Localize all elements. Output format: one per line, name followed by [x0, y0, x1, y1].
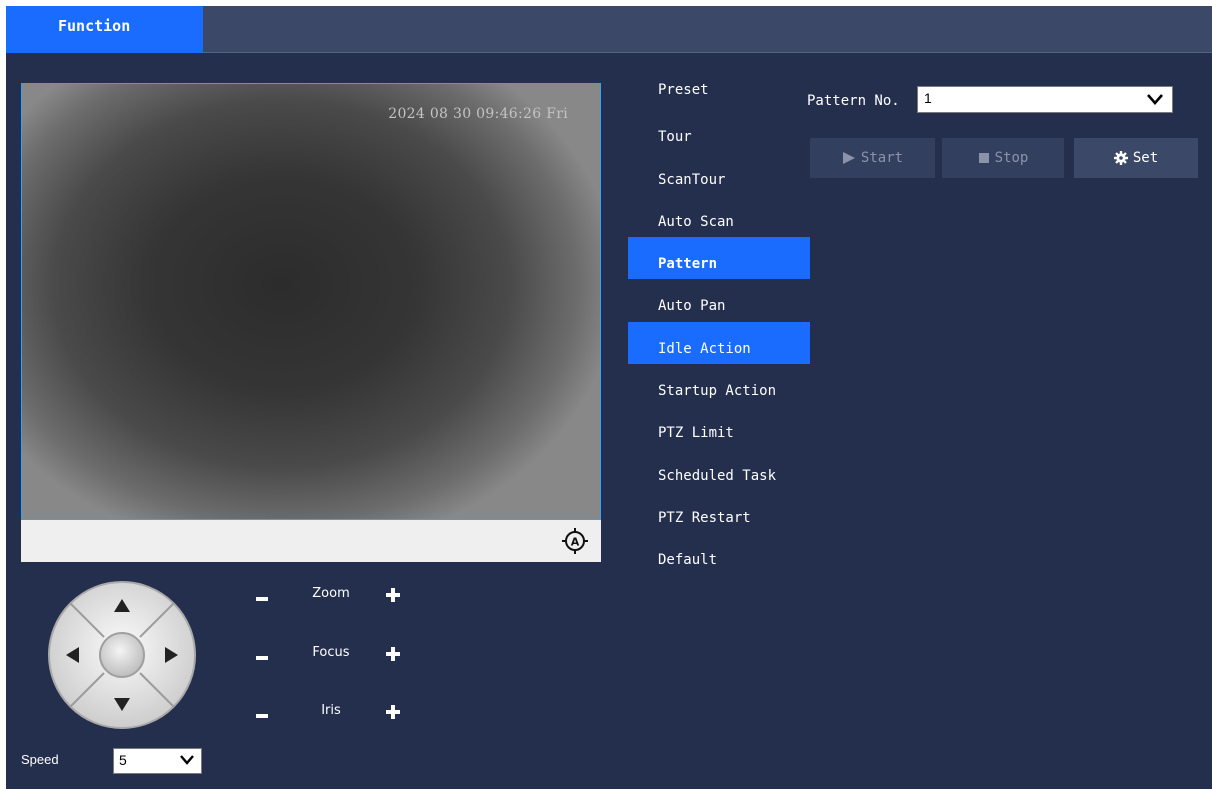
- speed-select[interactable]: 5: [113, 748, 202, 774]
- set-button[interactable]: Set: [1074, 138, 1198, 178]
- menu-item-ptz-limit[interactable]: PTZ Limit: [628, 406, 810, 448]
- ptz-center-button[interactable]: [99, 632, 145, 678]
- osd-timestamp: 2024 08 30 09:46:26 Fri: [388, 106, 568, 122]
- iris-control: Iris: [251, 703, 411, 727]
- play-icon: [842, 152, 855, 164]
- speed-value: 5: [119, 752, 127, 768]
- target-a-icon[interactable]: A: [561, 527, 589, 555]
- start-button-label: Start: [860, 150, 904, 166]
- focus-near-button[interactable]: [255, 651, 269, 665]
- menu-item-default[interactable]: Default: [628, 533, 810, 575]
- zoom-out-button[interactable]: [255, 592, 269, 606]
- focus-label: Focus: [312, 645, 350, 660]
- app-frame: Function 2024 08 30 09:46:26 Fri A Zoom …: [6, 6, 1212, 789]
- menu-item-ptz-restart[interactable]: PTZ Restart: [628, 491, 810, 533]
- focus-control: Focus: [251, 645, 411, 669]
- top-bar: Function: [6, 6, 1212, 53]
- start-button[interactable]: Start: [810, 138, 935, 178]
- tab-function[interactable]: Function: [6, 6, 203, 53]
- zoom-in-button[interactable]: [386, 588, 400, 602]
- menu-item-scheduled-task[interactable]: Scheduled Task: [628, 449, 810, 491]
- pattern-no-label: Pattern No.: [807, 93, 900, 109]
- video-toolbar: A: [21, 520, 601, 562]
- iris-close-button[interactable]: [255, 709, 269, 723]
- speed-label: Speed: [21, 752, 59, 767]
- svg-text:A: A: [571, 536, 580, 549]
- menu-item-tour[interactable]: Tour: [628, 110, 810, 152]
- menu-item-idle-action[interactable]: Idle Action: [628, 321, 810, 365]
- live-video[interactable]: 2024 08 30 09:46:26 Fri: [21, 83, 601, 520]
- menu-item-auto-scan[interactable]: Auto Scan: [628, 195, 810, 237]
- menu-item-startup-action[interactable]: Startup Action: [628, 364, 810, 406]
- iris-label: Iris: [321, 703, 341, 718]
- stop-button[interactable]: Stop: [942, 138, 1064, 178]
- ptz-direction-pad: [46, 579, 198, 731]
- pattern-no-select[interactable]: 1: [917, 86, 1173, 113]
- function-menu: Preset Tour ScanTour Auto Scan Pattern A…: [628, 68, 810, 576]
- gear-icon: [1113, 151, 1128, 165]
- stop-icon: [978, 153, 989, 163]
- menu-item-auto-pan[interactable]: Auto Pan: [628, 279, 810, 321]
- focus-far-button[interactable]: [386, 647, 400, 661]
- zoom-control: Zoom: [251, 586, 411, 610]
- set-button-label: Set: [1132, 150, 1159, 166]
- chevron-down-icon: [1147, 94, 1163, 105]
- menu-item-pattern[interactable]: Pattern: [628, 237, 810, 280]
- pattern-no-value: 1: [924, 90, 932, 106]
- chevron-down-icon: [180, 755, 194, 765]
- zoom-label: Zoom: [312, 586, 350, 601]
- menu-item-preset[interactable]: Preset: [628, 68, 810, 110]
- iris-open-button[interactable]: [386, 705, 400, 719]
- menu-item-scantour[interactable]: ScanTour: [628, 153, 810, 195]
- stop-button-label: Stop: [994, 150, 1029, 166]
